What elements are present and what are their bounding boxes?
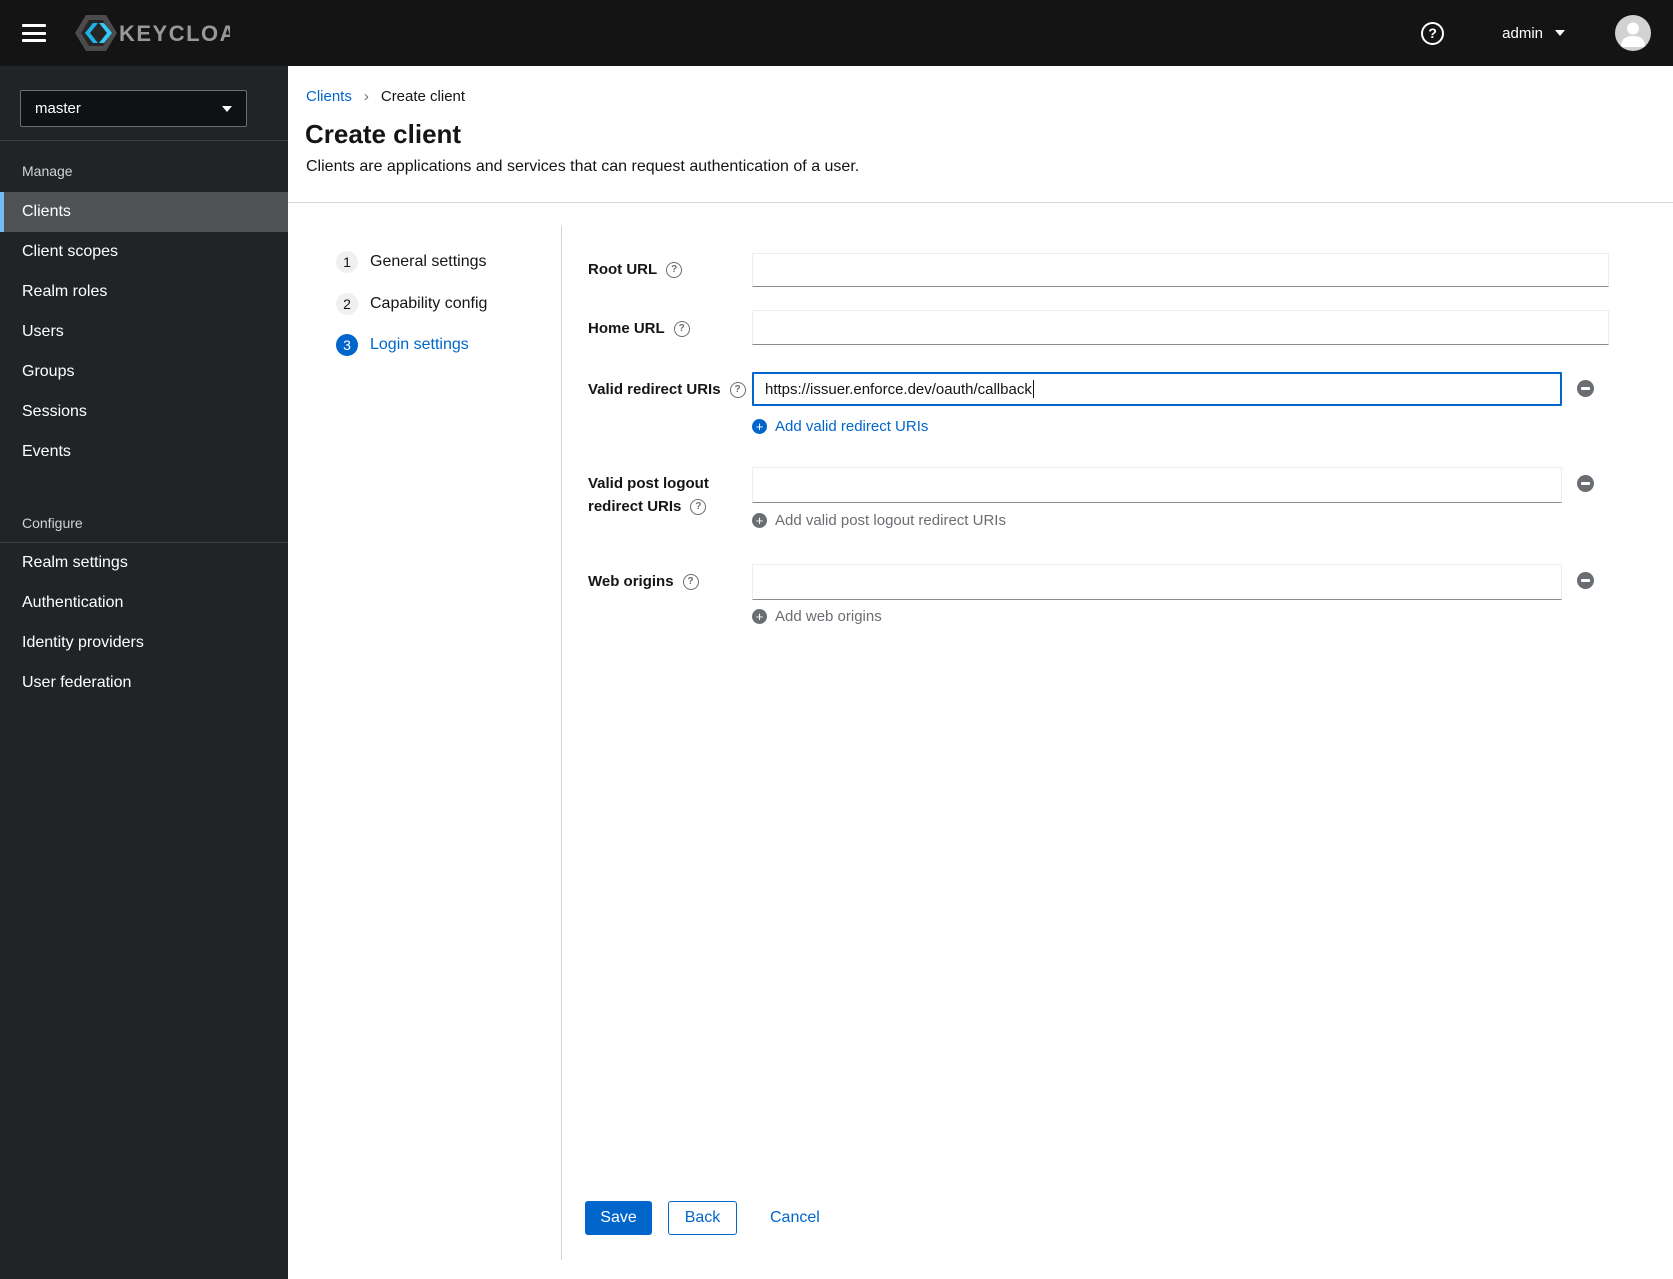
sidebar: master Manage Clients Client scopes Real… [0,66,288,1279]
step-number: 1 [336,251,358,273]
sidebar-item-sessions[interactable]: Sessions [0,392,288,432]
valid-post-logout-label-line2: redirect URIs ? [588,498,707,515]
sidebar-item-events[interactable]: Events [0,432,288,472]
add-web-origins-button[interactable]: + Add web origins [752,608,882,625]
help-icon[interactable]: ? [682,573,699,590]
step-number: 2 [336,293,358,315]
breadcrumb-clients-link[interactable]: Clients [306,88,352,105]
person-icon [1621,22,1645,47]
help-icon[interactable]: ? [1421,21,1445,45]
help-icon[interactable]: ? [690,498,707,515]
plus-icon: + [752,419,767,434]
user-menu[interactable]: admin [1502,25,1543,42]
step-number: 3 [336,334,358,356]
masthead-tools: ? admin [1421,15,1651,51]
web-origins-input[interactable] [752,564,1562,600]
remove-redirect-uri-button[interactable] [1577,380,1594,397]
cancel-button[interactable]: Cancel [768,1201,822,1235]
keycloak-logo-icon: KEYCLOAK [75,15,230,51]
help-icon[interactable]: ? [673,320,690,337]
valid-redirect-uris-label: Valid redirect URIs ? [588,381,746,398]
avatar[interactable] [1615,15,1651,51]
remove-post-logout-uri-button[interactable] [1577,475,1594,492]
remove-web-origin-button[interactable] [1577,572,1594,589]
wizard-step-capability-config[interactable]: 2 Capability config [336,293,487,315]
save-button[interactable]: Save [585,1201,652,1235]
wizard-step-general-settings[interactable]: 1 General settings [336,251,487,273]
step-label: Login settings [370,336,469,353]
sidebar-item-users[interactable]: Users [0,312,288,352]
root-url-input[interactable] [752,253,1609,287]
valid-post-logout-label-line1: Valid post logout [588,475,709,492]
sidebar-item-user-federation[interactable]: User federation [0,663,288,703]
step-label: Capability config [370,295,488,312]
realm-selector[interactable]: master [20,90,247,127]
breadcrumb-separator-icon: › [363,88,369,105]
valid-post-logout-redirect-uris-input[interactable] [752,467,1562,503]
realm-selector-value: master [35,100,81,117]
sidebar-item-identity-providers[interactable]: Identity providers [0,623,288,663]
step-label: General settings [370,253,487,270]
sidebar-item-client-scopes[interactable]: Client scopes [0,232,288,272]
root-url-label: Root URL ? [588,261,683,278]
help-icon[interactable]: ? [666,261,683,278]
plus-icon: + [752,513,767,528]
help-icon[interactable]: ? [729,381,746,398]
plus-icon: + [752,609,767,624]
add-valid-post-logout-redirect-uris-button[interactable]: + Add valid post logout redirect URIs [752,512,1006,529]
back-button[interactable]: Back [668,1201,737,1235]
wizard-divider [561,226,562,1260]
web-origins-label: Web origins ? [588,573,699,590]
wizard-step-login-settings[interactable]: 3 Login settings [336,334,469,356]
sidebar-item-realm-roles[interactable]: Realm roles [0,272,288,312]
nav-section-configure: Configure [22,515,83,531]
breadcrumb: Clients › Create client [306,88,465,105]
home-url-label: Home URL ? [588,320,690,337]
keycloak-admin-console: KEYCLOAK ? admin master Manage Clients C… [0,0,1673,1279]
breadcrumb-current: Create client [380,88,466,105]
svg-text:KEYCLOAK: KEYCLOAK [119,21,230,46]
chevron-down-icon[interactable] [1555,30,1565,36]
page-title: Create client [305,119,462,149]
sidebar-nav: Manage Clients Client scopes Realm roles… [0,140,288,703]
keycloak-logo[interactable]: KEYCLOAK [72,12,230,54]
sidebar-item-clients[interactable]: Clients [0,192,288,232]
masthead: KEYCLOAK ? admin [0,0,1673,66]
nav-section-manage: Manage [22,163,73,179]
sidebar-item-groups[interactable]: Groups [0,352,288,392]
valid-redirect-uris-input[interactable]: https://issuer.enforce.dev/oauth/callbac… [752,372,1562,406]
chevron-down-icon [222,105,232,112]
home-url-input[interactable] [752,310,1609,345]
sidebar-item-authentication[interactable]: Authentication [0,583,288,623]
text-cursor [1032,380,1035,398]
page-subtitle: Clients are applications and services th… [306,158,860,175]
sidebar-toggle-button[interactable] [22,24,46,42]
add-valid-redirect-uris-button[interactable]: + Add valid redirect URIs [752,418,928,435]
sidebar-item-realm-settings[interactable]: Realm settings [0,543,288,583]
header-divider [288,202,1673,203]
